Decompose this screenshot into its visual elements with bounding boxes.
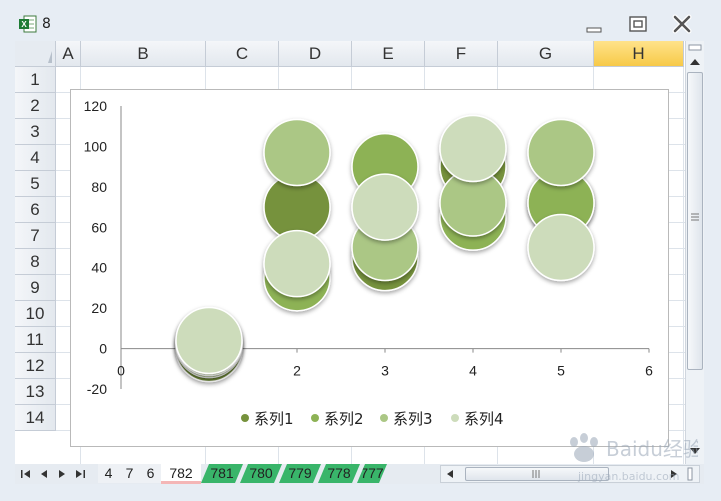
sheet-tab-782[interactable]: 782 [161,464,201,484]
watermark-subtext: jingyan.baidu.com [577,470,680,483]
y-tick-label: 80 [91,179,107,195]
bubble-series4-point1[interactable] [175,306,243,375]
legend-label-series4: 系列4 [464,410,504,428]
legend-marker-series1 [241,414,249,422]
y-tick-label: 20 [91,300,107,316]
sheet-tab-4[interactable]: 4 [98,464,120,483]
select-all-corner[interactable] [15,41,56,67]
bubble-chart[interactable]: 120100806040200-200123456 系列1系列2系列3系列4 [70,89,669,447]
row-header-9[interactable]: 9 [15,275,56,301]
chart-plot: 120100806040200-200123456 系列1系列2系列3系列4 [84,98,653,428]
x-tick-label: 3 [381,363,389,379]
sheet-tab-779[interactable]: 779 [279,464,321,483]
scroll-left-icon[interactable] [445,469,455,479]
row-header-11[interactable]: 11 [15,327,56,353]
row-header-14[interactable]: 14 [15,405,56,431]
column-header-f[interactable]: F [425,41,498,67]
grip-icon [532,470,540,478]
x-tick-label: 4 [469,363,477,379]
legend-marker-series3 [380,414,388,422]
x-tick-label: 2 [293,363,301,379]
title-bar: X 8 [0,0,721,40]
y-tick-label: 60 [91,219,107,235]
legend-label-series2: 系列2 [324,410,364,428]
bubble-series4-point4[interactable] [439,114,507,183]
last-sheet-icon[interactable] [73,466,87,482]
column-header-d[interactable]: D [279,41,352,67]
prev-sheet-icon[interactable] [37,466,51,482]
sheet-tab-781[interactable]: 781 [201,464,243,483]
first-sheet-icon[interactable] [19,466,33,482]
x-tick-label: 0 [117,363,125,379]
vertical-scroll-thumb[interactable] [687,72,703,370]
select-all-triangle-icon [48,51,52,63]
column-header-b[interactable]: B [81,41,206,67]
y-tick-label: 40 [91,260,107,276]
row-header-5[interactable]: 5 [15,171,56,197]
legend-label-series3: 系列3 [393,410,433,428]
row-header-13[interactable]: 13 [15,379,56,405]
chart-bubbles [175,114,595,383]
legend-marker-series4 [451,414,459,422]
row-header-10[interactable]: 10 [15,301,56,327]
vertical-scrollbar[interactable] [685,41,704,464]
baidu-watermark: Baidu经验 jingyan.baidu.com [570,433,698,483]
row-header-8[interactable]: 8 [15,249,56,275]
sheet-tab-778[interactable]: 778 [318,464,360,483]
excel-window: X 8 A B C D E F G H 1 2 3 4 5 6 7 8 9 10 11 12 13 14 120 100 80… [0,0,721,501]
watermark-text: Baidu经验 [606,437,698,461]
grip-icon [691,213,699,221]
scroll-up-icon[interactable] [689,57,701,67]
bubble-series4-point3[interactable] [351,173,419,241]
column-header-c[interactable]: C [206,41,279,67]
bubble-series4-point5[interactable] [527,213,595,282]
column-header-e[interactable]: E [352,41,425,67]
bubble-series3-point5[interactable] [527,118,595,187]
chart-legend: 系列1 系列2 系列3 系列4 [241,410,504,428]
y-tick-label: 0 [99,341,107,357]
x-tick-label: 6 [645,363,653,379]
window-title: 8 [42,16,51,32]
column-header-a[interactable]: A [56,41,81,67]
restore-icon[interactable] [626,14,650,34]
bubble-series3-point2[interactable] [263,118,331,187]
sheet-tab-780[interactable]: 780 [240,464,282,483]
y-tick-label: 100 [84,138,108,154]
y-tick-label: 120 [84,98,108,114]
paw-logo-icon [570,433,598,462]
row-header-12[interactable]: 12 [15,353,56,379]
x-tick-label: 5 [557,363,565,379]
sheet-tab-6[interactable]: 6 [140,464,162,483]
sheet-tabs: 4 7 6 782 781 780 779 778 777 [98,464,438,484]
bubble-series4-point2[interactable] [263,229,331,298]
sheet-tab-777[interactable]: 777 [357,464,387,483]
minimize-icon[interactable] [582,14,606,34]
close-icon[interactable] [670,14,694,34]
row-header-7[interactable]: 7 [15,223,56,249]
next-sheet-icon[interactable] [55,466,69,482]
row-header-1[interactable]: 1 [15,67,56,93]
row-header-4[interactable]: 4 [15,145,56,171]
legend-marker-series2 [311,414,319,422]
excel-icon: X [19,15,37,33]
sheet-tab-7[interactable]: 7 [119,464,141,483]
split-handle-icon[interactable] [688,43,702,53]
column-header-g[interactable]: G [498,41,594,67]
legend-label-series1: 系列1 [254,410,294,428]
row-header-6[interactable]: 6 [15,197,56,223]
row-header-3[interactable]: 3 [15,119,56,145]
svg-text:X: X [21,20,27,29]
column-header-h[interactable]: H [594,41,684,67]
row-header-2[interactable]: 2 [15,93,56,119]
y-tick-label: -20 [87,381,107,397]
